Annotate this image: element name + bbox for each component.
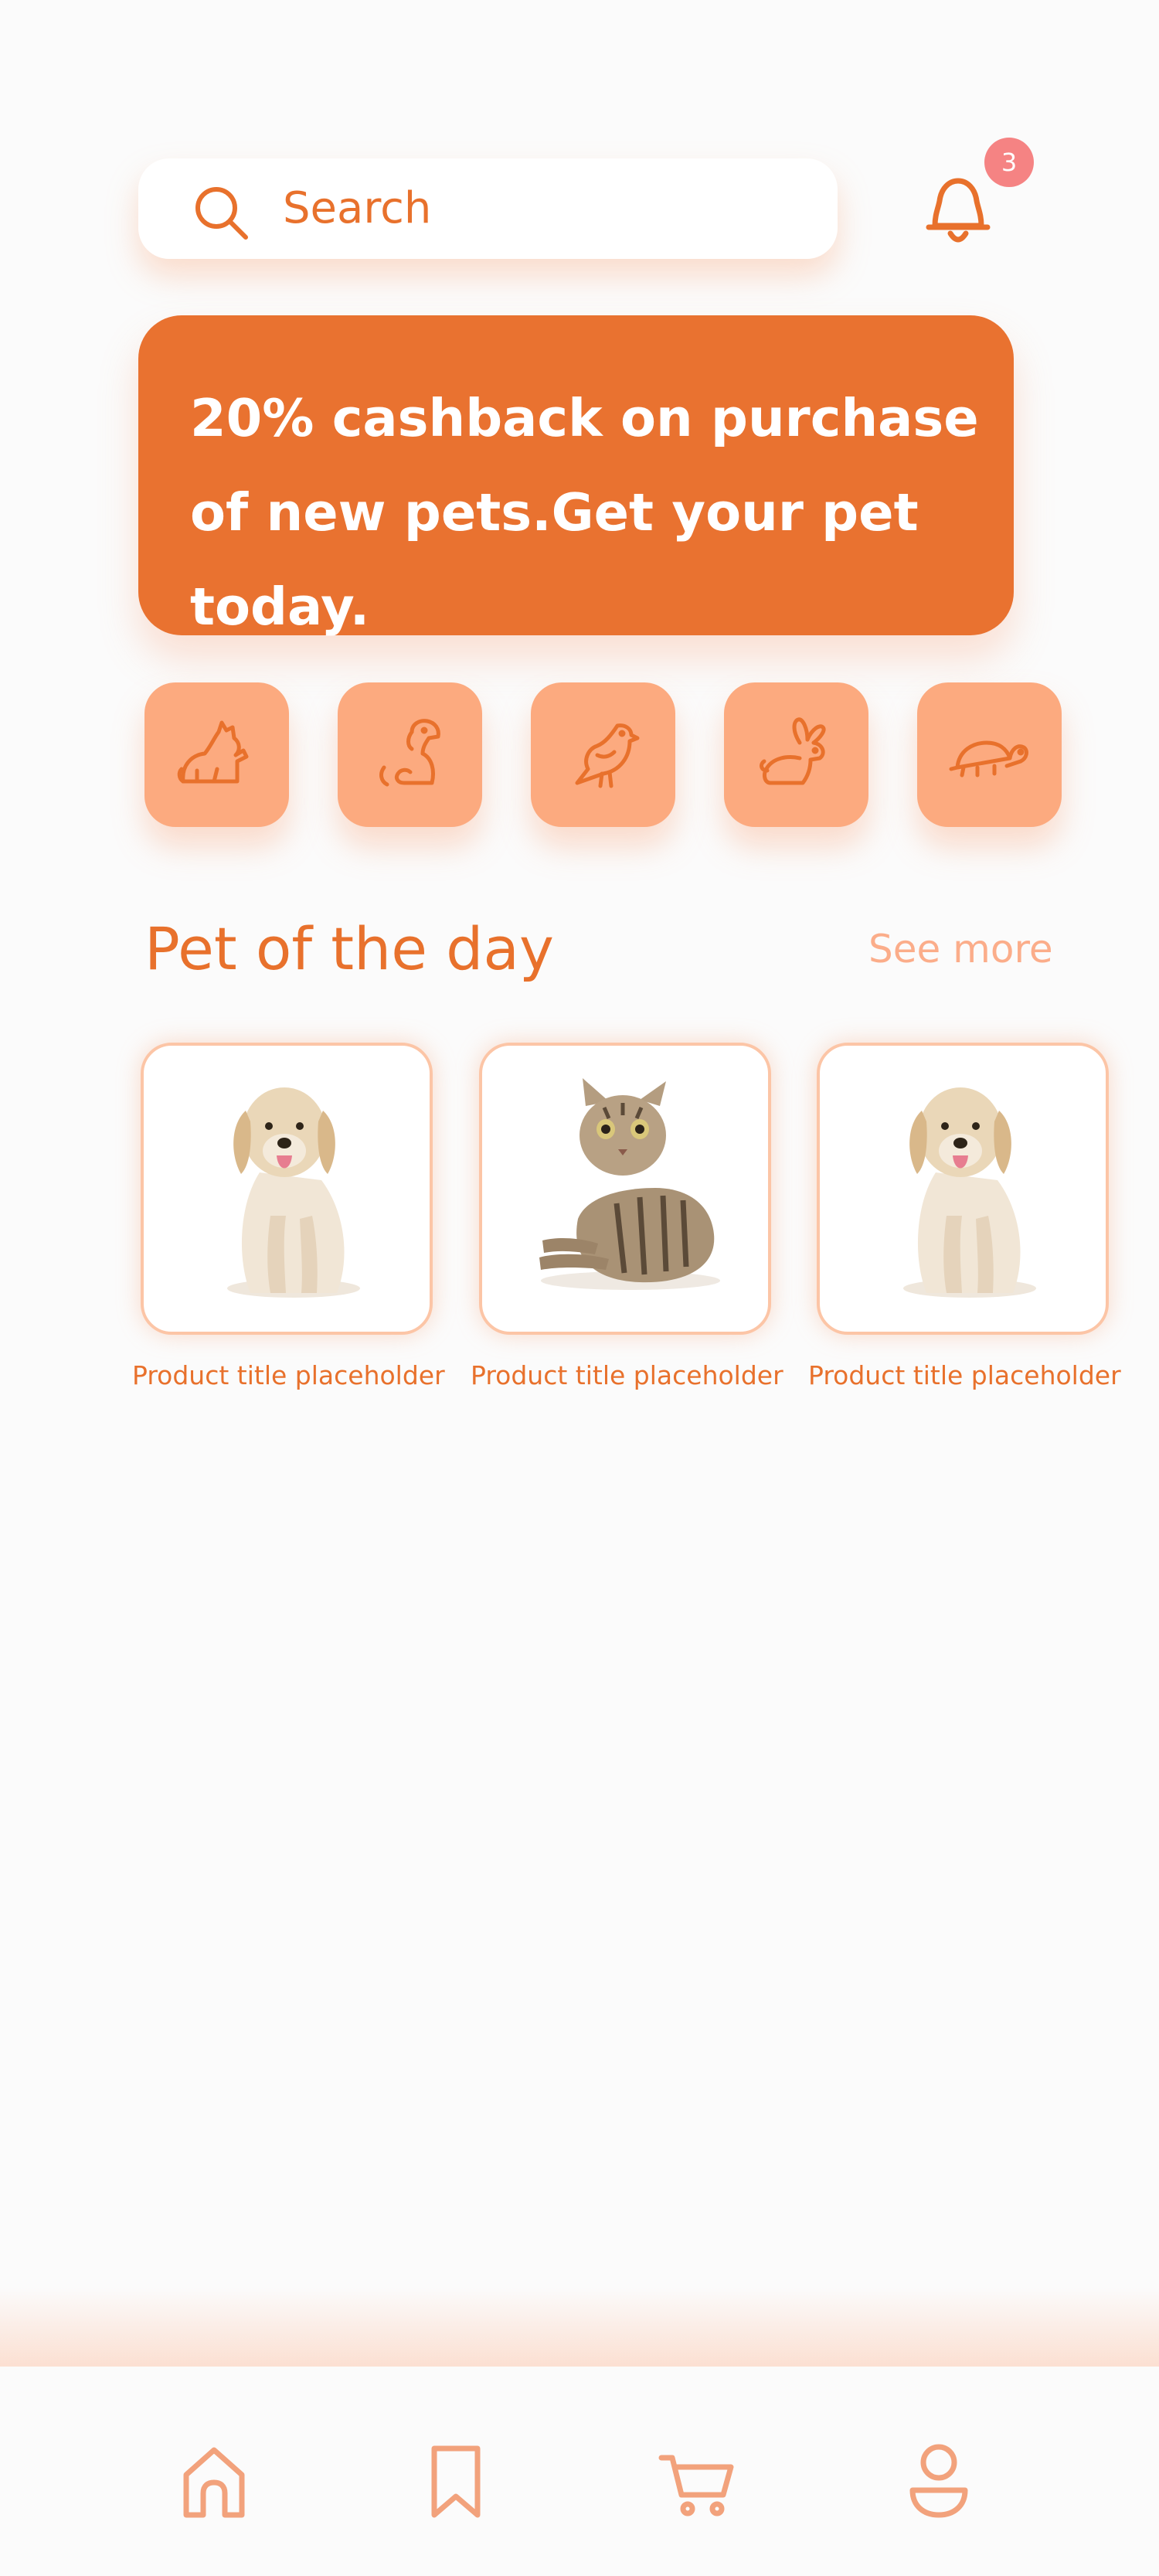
search-icon xyxy=(195,187,248,240)
product-card[interactable] xyxy=(141,1043,433,1335)
product-title[interactable]: Product title placeholder xyxy=(132,1360,445,1390)
product-title[interactable]: Product title placeholder xyxy=(808,1360,1121,1390)
search-input[interactable]: Search xyxy=(283,158,431,259)
dog-photo xyxy=(227,1087,360,1298)
category-dog-button[interactable] xyxy=(338,682,482,827)
dog-icon xyxy=(379,719,440,787)
nav-profile[interactable] xyxy=(900,2442,977,2520)
category-rabbit-button[interactable] xyxy=(724,682,868,827)
cat-icon xyxy=(177,720,249,784)
promo-banner[interactable]: 20% cashback on purchase of new pets.Get… xyxy=(138,315,1014,637)
home-icon xyxy=(183,2447,245,2518)
see-more-link[interactable]: See more xyxy=(868,921,1053,977)
nav-cart[interactable] xyxy=(658,2442,736,2520)
profile-icon xyxy=(909,2444,968,2518)
notification-badge: 3 xyxy=(984,138,1034,187)
category-bird-button[interactable] xyxy=(531,682,675,827)
nav-home[interactable] xyxy=(175,2442,253,2520)
bottom-nav xyxy=(0,2367,1159,2576)
category-cat-button[interactable] xyxy=(144,682,289,827)
bell-icon[interactable] xyxy=(913,168,1003,252)
search-bar[interactable]: Search xyxy=(138,158,838,259)
cat-photo xyxy=(539,1078,720,1290)
category-turtle-button[interactable] xyxy=(917,682,1062,827)
cart-icon xyxy=(658,2455,734,2516)
section-title: Pet of the day xyxy=(144,914,554,983)
nav-saved[interactable] xyxy=(417,2442,495,2520)
product-title[interactable]: Product title placeholder xyxy=(471,1360,783,1390)
rabbit-icon xyxy=(760,717,826,785)
product-card[interactable] xyxy=(479,1043,771,1335)
bird-icon xyxy=(575,723,640,788)
turtle-icon xyxy=(949,740,1028,778)
product-card[interactable] xyxy=(817,1043,1109,1335)
bottom-nav-shadow xyxy=(0,2288,1159,2367)
promo-text: 20% cashback on purchase of new pets.Get… xyxy=(190,388,979,637)
bookmark-icon xyxy=(431,2445,481,2518)
dog-photo xyxy=(903,1087,1036,1298)
